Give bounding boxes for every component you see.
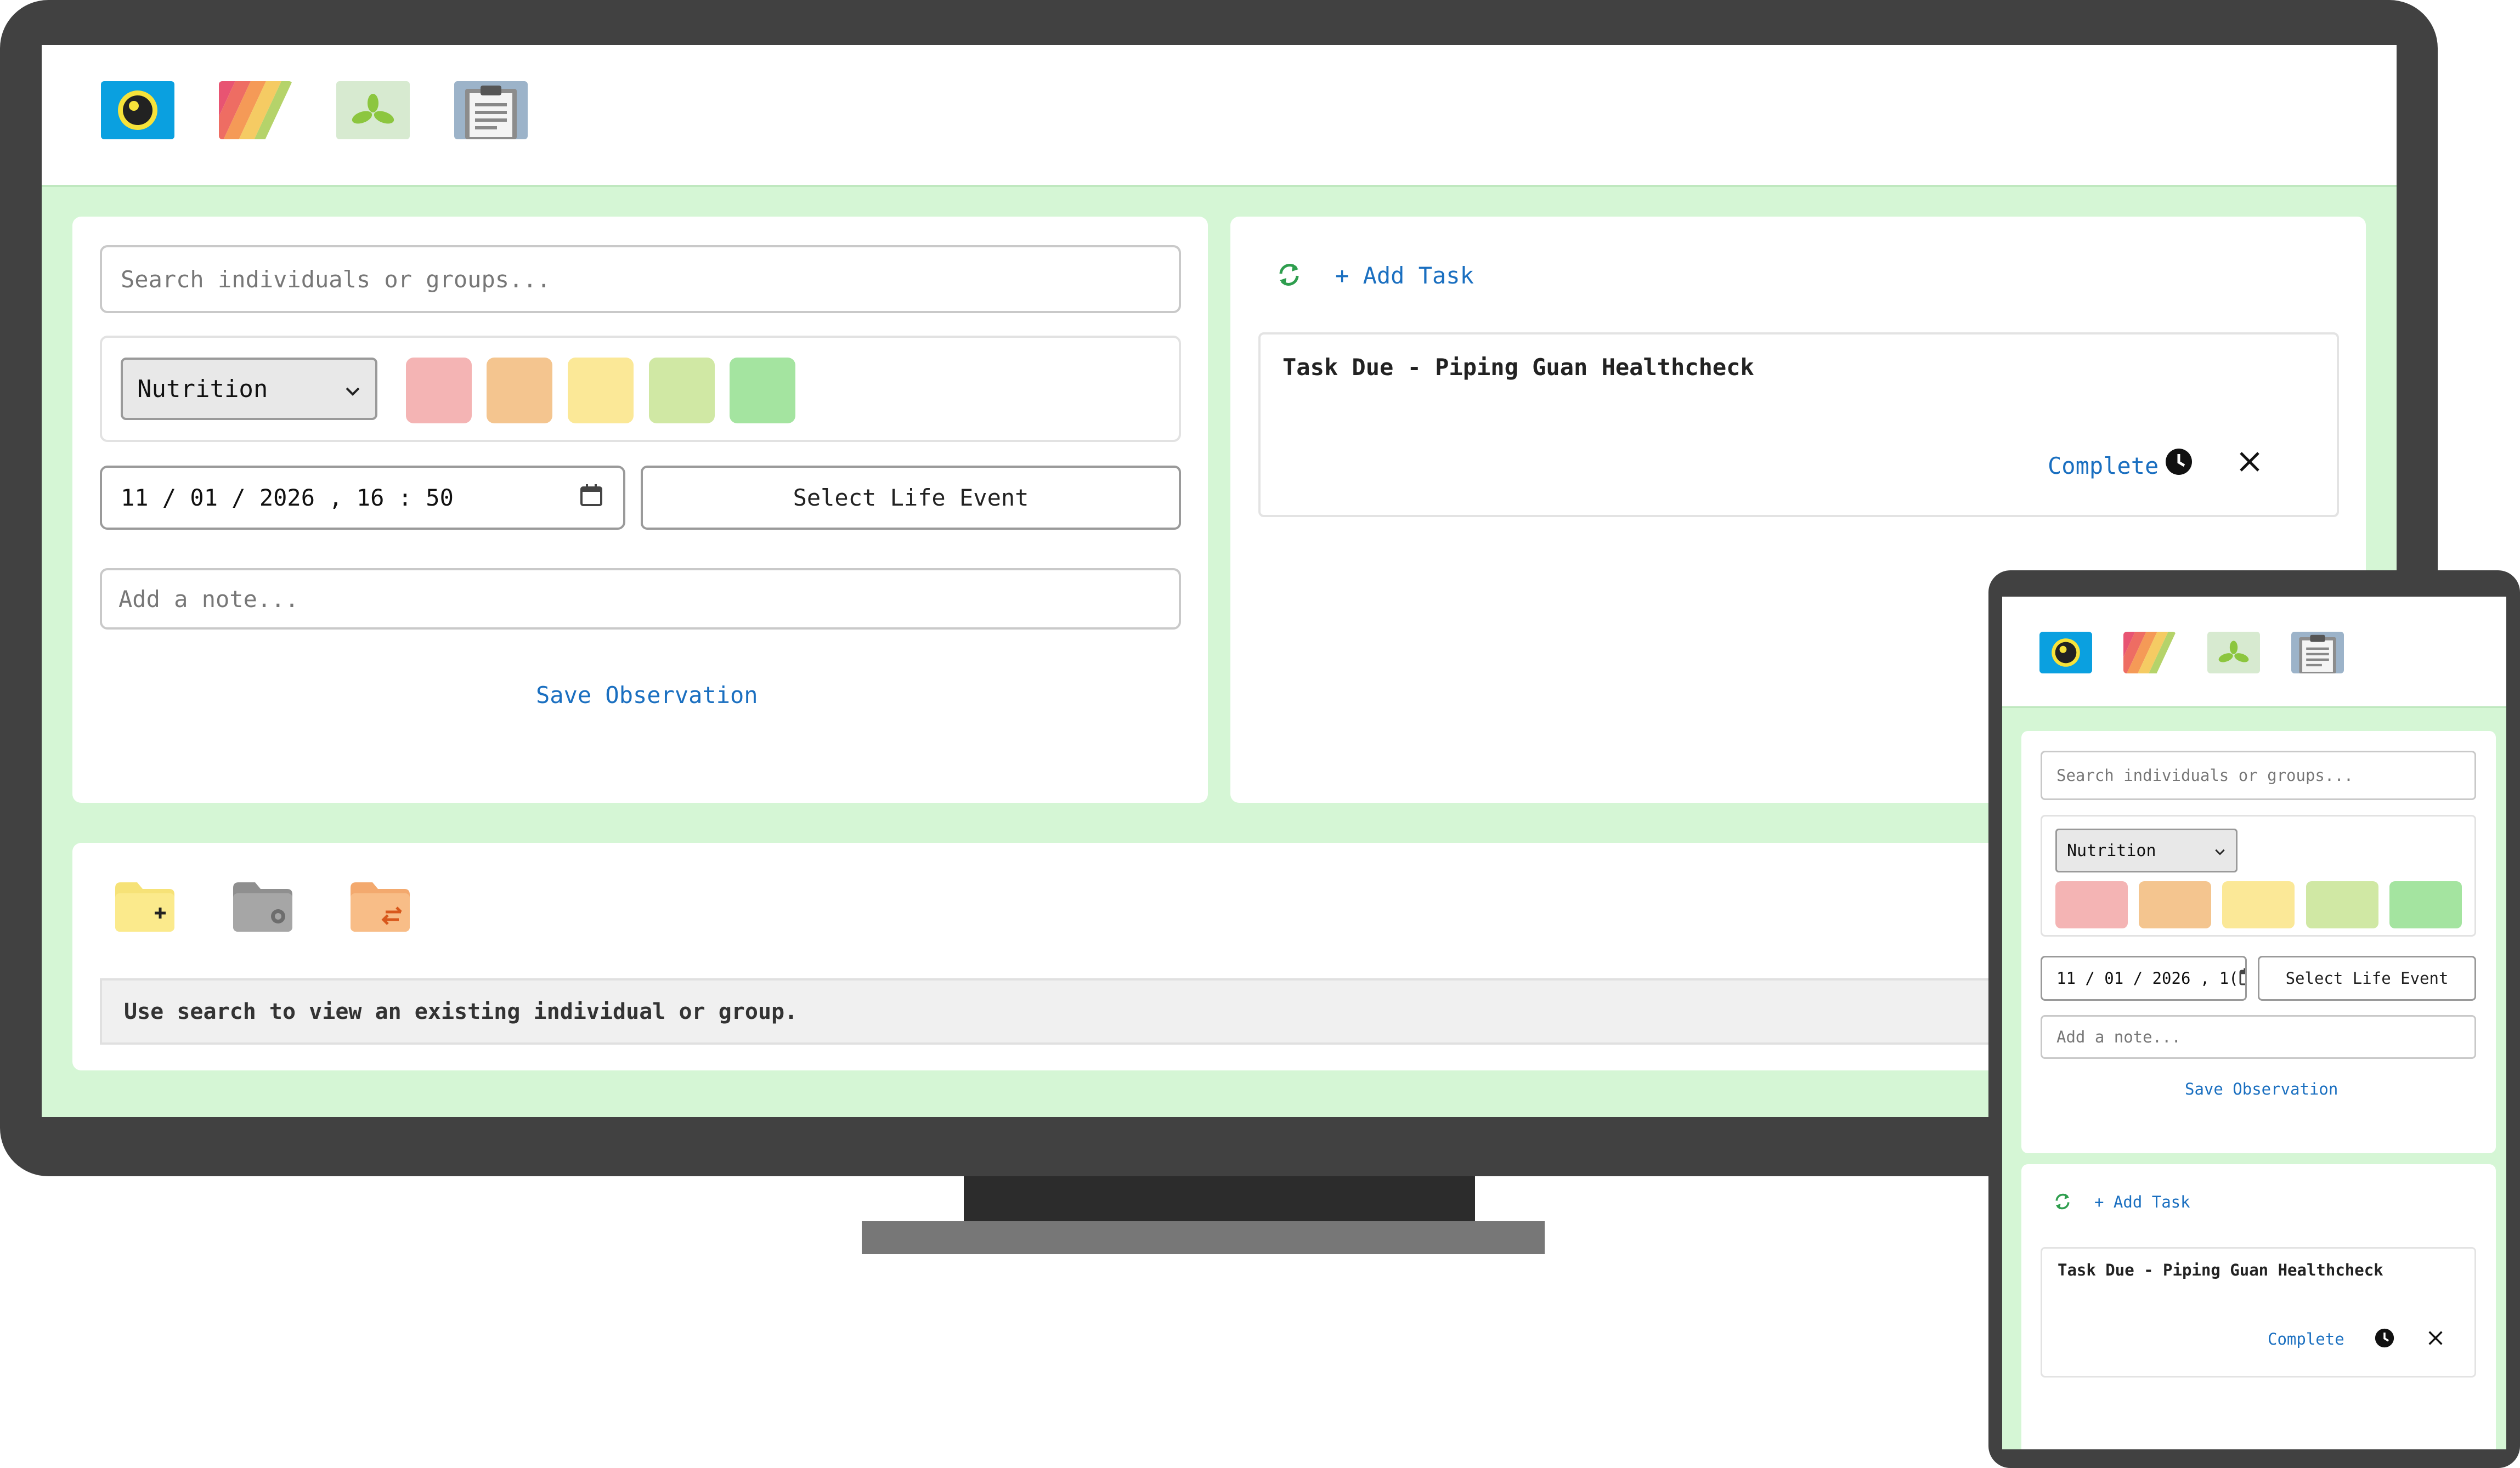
camera-eye-icon[interactable] bbox=[2039, 632, 2092, 673]
datetime-value: 11 / 01 / 2026 , 16 : 50 bbox=[121, 484, 454, 511]
category-rating-group: Nutrition bbox=[2041, 815, 2476, 937]
select-life-event-button[interactable]: Select Life Event bbox=[2258, 956, 2476, 1001]
rating-swatch-2[interactable] bbox=[2139, 881, 2211, 928]
mobile-observation-panel: Search individuals or groups... Nutritio… bbox=[2021, 731, 2496, 1153]
task-title: Task Due - Piping Guan Healthcheck bbox=[2058, 1261, 2383, 1279]
search-input[interactable]: Search individuals or groups... bbox=[2041, 751, 2476, 800]
search-placeholder: Search individuals or groups... bbox=[2056, 766, 2354, 785]
note-placeholder: Add a note... bbox=[118, 585, 299, 613]
new-folder-icon[interactable] bbox=[115, 881, 174, 934]
add-task-button[interactable]: + Add Task bbox=[1335, 262, 1474, 289]
clipboard-icon[interactable] bbox=[454, 81, 528, 139]
category-rating-group: Nutrition bbox=[100, 336, 1181, 442]
clipboard-icon[interactable] bbox=[2291, 632, 2344, 673]
category-selected: Nutrition bbox=[137, 375, 268, 403]
mobile-tasks-panel: + Add Task Task Due - Piping Guan Health… bbox=[2021, 1164, 2496, 1449]
category-selected: Nutrition bbox=[2067, 841, 2156, 860]
select-life-event-button[interactable]: Select Life Event bbox=[641, 466, 1181, 530]
records-message-text: Use search to view an existing individua… bbox=[124, 999, 798, 1024]
complete-task-button[interactable]: Complete bbox=[2268, 1330, 2344, 1348]
app-header bbox=[42, 45, 2397, 187]
datetime-value: 11 / 01 / 2026 , 1( bbox=[2056, 969, 2239, 988]
category-select[interactable]: Nutrition bbox=[2055, 829, 2238, 872]
refresh-icon[interactable] bbox=[1275, 259, 1303, 292]
rainbow-stripes-icon[interactable] bbox=[219, 81, 292, 139]
note-input[interactable]: Add a note... bbox=[2041, 1015, 2476, 1059]
rating-swatch-1[interactable] bbox=[406, 358, 472, 423]
rating-swatch-5[interactable] bbox=[2389, 881, 2462, 928]
chevron-down-icon bbox=[2214, 841, 2226, 860]
close-icon[interactable] bbox=[2426, 1329, 2445, 1350]
chevron-down-icon bbox=[344, 375, 361, 403]
datetime-input[interactable]: 11 / 01 / 2026 , 1( bbox=[2041, 956, 2247, 1001]
note-input[interactable]: Add a note... bbox=[100, 568, 1181, 630]
refresh-icon[interactable] bbox=[2053, 1191, 2072, 1215]
camera-eye-icon[interactable] bbox=[101, 81, 174, 139]
task-card: Task Due - Piping Guan Healthcheck Compl… bbox=[2041, 1247, 2476, 1378]
task-title: Task Due - Piping Guan Healthcheck bbox=[1282, 354, 1754, 381]
mobile-screen: Search individuals or groups... Nutritio… bbox=[2002, 597, 2506, 1449]
leaf-sprout-icon[interactable] bbox=[336, 81, 410, 139]
note-placeholder: Add a note... bbox=[2056, 1028, 2181, 1046]
mobile-app-header bbox=[2002, 597, 2506, 708]
task-card: Task Due - Piping Guan Healthcheck Compl… bbox=[1258, 332, 2339, 517]
complete-task-button[interactable]: Complete bbox=[2048, 452, 2159, 479]
search-placeholder: Search individuals or groups... bbox=[121, 265, 551, 293]
search-input[interactable]: Search individuals or groups... bbox=[100, 245, 1181, 313]
leaf-sprout-icon[interactable] bbox=[2207, 632, 2260, 673]
rating-swatch-3[interactable] bbox=[568, 358, 634, 423]
rating-swatch-5[interactable] bbox=[730, 358, 795, 423]
save-observation-button[interactable]: Save Observation bbox=[2185, 1080, 2338, 1098]
save-observation-button[interactable]: Save Observation bbox=[536, 682, 758, 709]
calendar-icon[interactable] bbox=[2239, 967, 2245, 990]
monitor-stand-base bbox=[862, 1221, 1545, 1254]
clock-icon[interactable] bbox=[2163, 446, 2194, 479]
observation-panel: Search individuals or groups... Nutritio… bbox=[72, 217, 1208, 803]
clock-icon[interactable] bbox=[2374, 1327, 2395, 1351]
rating-swatch-4[interactable] bbox=[649, 358, 715, 423]
rainbow-stripes-icon[interactable] bbox=[2123, 632, 2176, 673]
monitor-stand-neck bbox=[964, 1176, 1475, 1221]
rating-swatch-1[interactable] bbox=[2055, 881, 2128, 928]
rating-swatch-4[interactable] bbox=[2306, 881, 2378, 928]
rating-swatch-2[interactable] bbox=[487, 358, 552, 423]
add-task-button[interactable]: + Add Task bbox=[2094, 1193, 2190, 1211]
life-event-label: Select Life Event bbox=[2285, 969, 2449, 988]
category-select[interactable]: Nutrition bbox=[121, 358, 377, 420]
calendar-icon[interactable] bbox=[579, 483, 603, 513]
folder-transfer-icon[interactable] bbox=[351, 881, 410, 934]
folder-settings-icon[interactable] bbox=[233, 881, 292, 934]
life-event-label: Select Life Event bbox=[793, 484, 1029, 511]
close-icon[interactable] bbox=[2236, 449, 2263, 477]
rating-swatch-3[interactable] bbox=[2222, 881, 2295, 928]
datetime-input[interactable]: 11 / 01 / 2026 , 16 : 50 bbox=[100, 466, 625, 530]
